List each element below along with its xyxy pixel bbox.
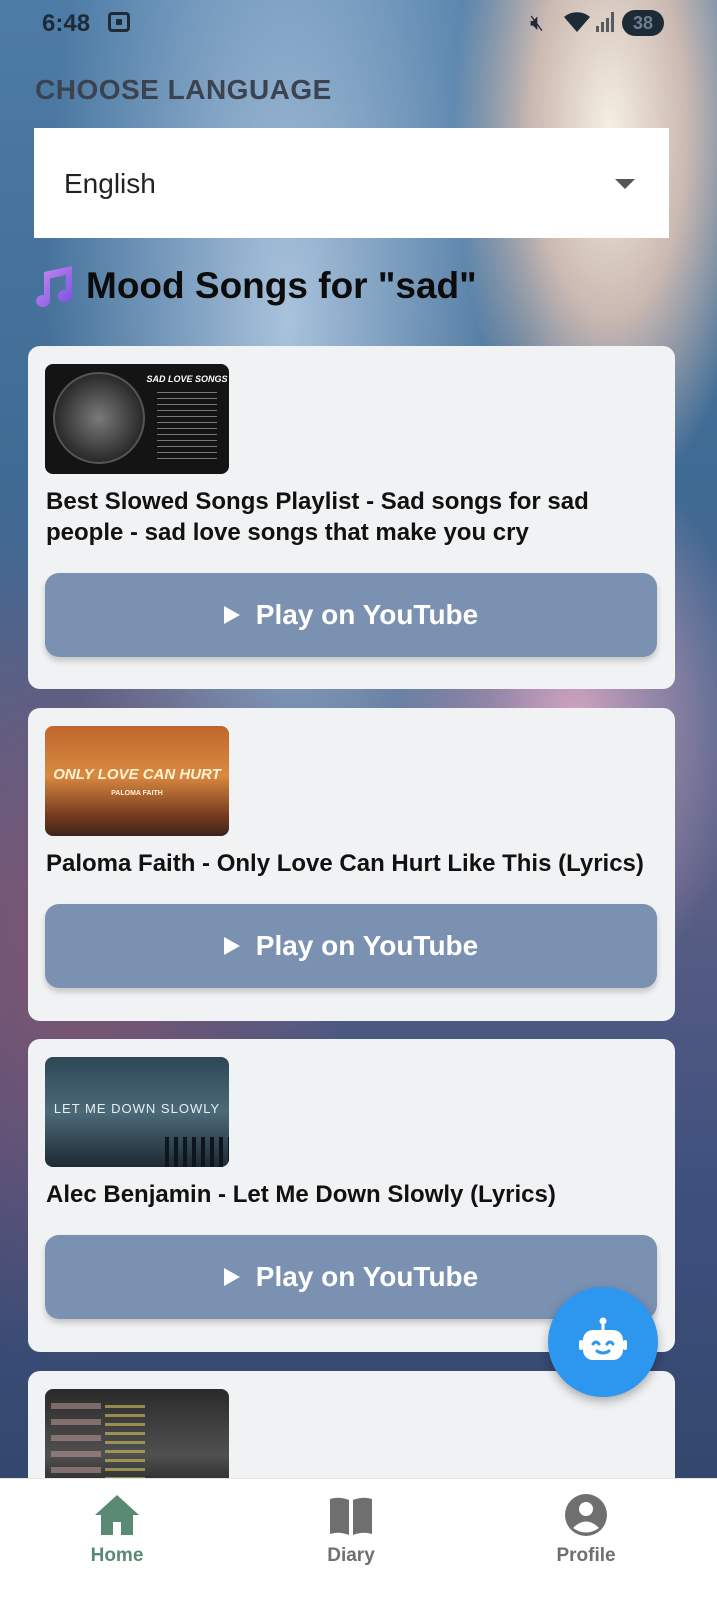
play-button-label: Play on YouTube bbox=[255, 1261, 479, 1292]
home-icon bbox=[95, 1495, 139, 1535]
song-thumbnail[interactable]: LET ME DOWN SLOWLY bbox=[45, 1057, 229, 1167]
bottom-nav: Home Diary Profile bbox=[0, 1478, 717, 1600]
language-selected-value: English bbox=[64, 168, 156, 199]
song-thumbnail[interactable]: SAD LOVE SONGS bbox=[45, 364, 229, 474]
battery-indicator: 38 bbox=[622, 10, 664, 36]
play-icon bbox=[223, 606, 240, 624]
nav-home[interactable]: Home bbox=[47, 1491, 187, 1567]
robot-icon bbox=[579, 1317, 627, 1360]
chatbot-button[interactable] bbox=[548, 1287, 658, 1397]
nav-label: Home bbox=[90, 1545, 144, 1566]
nav-diary[interactable]: Diary bbox=[281, 1491, 421, 1567]
song-title: Alec Benjamin - Let Me Down Slowly (Lyri… bbox=[46, 1181, 556, 1208]
song-card: ONLY LOVE CAN HURT PALOMA FAITH Paloma F… bbox=[28, 708, 675, 1021]
profile-icon bbox=[565, 1494, 607, 1536]
mood-songs-title: Mood Songs for "sad" bbox=[30, 262, 477, 310]
mood-title-text: Mood Songs for "sad" bbox=[86, 265, 477, 306]
play-on-youtube-button[interactable]: Play on YouTube bbox=[45, 573, 657, 657]
song-title: Paloma Faith - Only Love Can Hurt Like T… bbox=[46, 850, 644, 877]
song-thumbnail[interactable]: ONLY LOVE CAN HURT PALOMA FAITH bbox=[45, 726, 229, 836]
choose-language-heading: CHOOSE LANGUAGE bbox=[35, 74, 332, 105]
book-icon bbox=[330, 1497, 372, 1535]
nav-profile[interactable]: Profile bbox=[516, 1491, 656, 1567]
song-title: Best Slowed Songs Playlist - Sad songs f… bbox=[46, 488, 589, 546]
play-button-label: Play on YouTube bbox=[255, 599, 479, 630]
play-button-label: Play on YouTube bbox=[255, 930, 479, 961]
screen-record-icon bbox=[108, 12, 130, 32]
mute-icon: 🔇︎ bbox=[530, 10, 544, 35]
music-note-icon bbox=[36, 266, 72, 307]
nav-label: Diary bbox=[327, 1545, 375, 1566]
nav-label: Profile bbox=[556, 1545, 616, 1566]
play-on-youtube-button[interactable]: Play on YouTube bbox=[45, 904, 657, 988]
wifi-icon bbox=[562, 8, 592, 40]
language-dropdown[interactable]: English bbox=[34, 128, 669, 238]
play-icon bbox=[223, 1268, 240, 1286]
status-bar: 6:48 🔇︎ 38 bbox=[0, 0, 717, 48]
song-card: SAD LOVE SONGS Best Slowed Songs Playlis… bbox=[28, 346, 675, 689]
status-time: 6:48 bbox=[42, 10, 91, 37]
dropdown-caret-icon bbox=[615, 179, 635, 189]
play-icon bbox=[223, 937, 240, 955]
signal-icon bbox=[596, 12, 616, 32]
